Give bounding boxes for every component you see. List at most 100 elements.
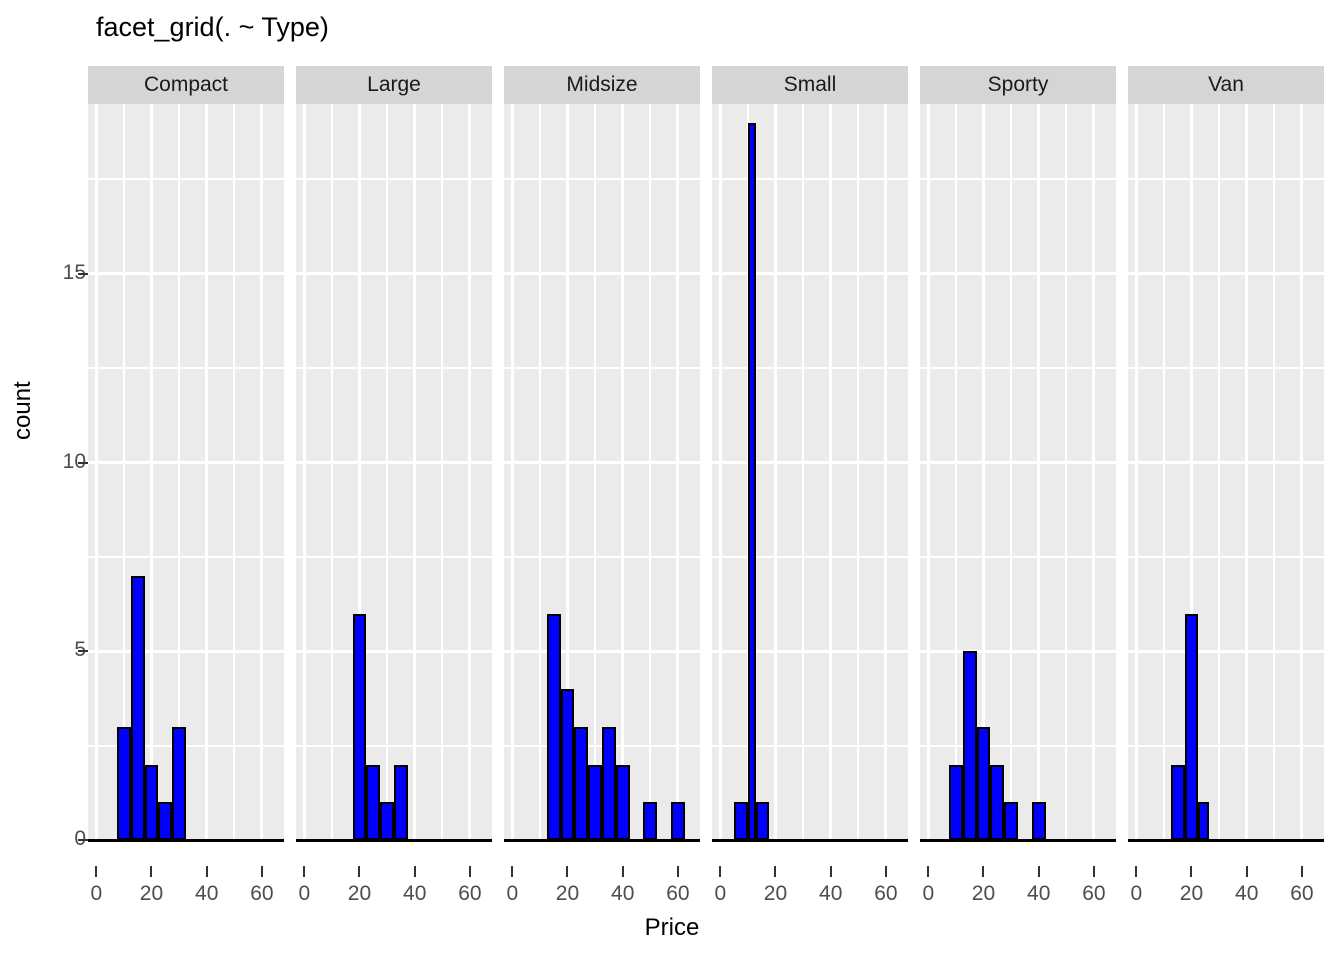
facet-panel-van: Van (1128, 66, 1324, 920)
gridline-minor-vertical (1273, 104, 1276, 840)
gridline-major-vertical (676, 104, 680, 840)
facet-strip-label: Sporty (987, 73, 1049, 96)
histogram-bar (1170, 764, 1185, 840)
x-axis-line (1128, 839, 1324, 842)
x-tick-mark (260, 866, 263, 877)
gridline-major-vertical (1092, 104, 1096, 840)
x-tick-mark (511, 866, 514, 877)
histogram-bar (172, 726, 186, 840)
histogram-bar (1184, 613, 1199, 840)
gridline-minor-horizontal (1128, 555, 1324, 558)
gridline-minor-vertical (802, 104, 805, 840)
gridline-major-horizontal (504, 649, 700, 653)
facet-panel-compact: Compact (88, 66, 284, 920)
y-axis-title: count (9, 381, 36, 440)
plot-area (296, 104, 492, 840)
facet-panel-large: Large (296, 66, 492, 920)
x-tick-label: 20 (347, 882, 372, 905)
x-tick-label: 0 (922, 882, 935, 905)
x-tick-mark (1135, 866, 1138, 877)
x-tick-label: 40 (195, 882, 219, 905)
gridline-minor-horizontal (1128, 178, 1324, 181)
gridline-minor-horizontal (296, 367, 492, 370)
histogram-bar (1031, 802, 1046, 840)
gridline-minor-horizontal (504, 178, 700, 181)
facet-panel-sporty: Sporty (920, 66, 1116, 920)
x-tick-mark (1245, 866, 1248, 877)
histogram-bar (380, 802, 394, 840)
gridline-minor-vertical (386, 104, 389, 840)
gridline-minor-horizontal (920, 744, 1116, 747)
histogram-bar (352, 613, 367, 840)
facet-strip-label: Compact (143, 73, 229, 96)
x-tick-mark (982, 866, 985, 877)
x-tick-label: 40 (611, 882, 635, 905)
gridline-minor-horizontal (712, 367, 908, 370)
histogram-bar (643, 802, 658, 840)
x-tick-label: 60 (1290, 882, 1314, 905)
x-tick-mark (1190, 866, 1193, 877)
x-tick-label: 40 (1235, 882, 1259, 905)
histogram-bar (546, 613, 561, 840)
x-tick-mark (95, 866, 98, 877)
histogram-bar (560, 689, 575, 840)
x-tick-label: 0 (90, 882, 103, 905)
x-tick-mark (829, 866, 832, 877)
histogram-bar (588, 764, 602, 840)
gridline-major-vertical (510, 104, 514, 840)
x-tick-label: 60 (250, 882, 274, 905)
x-tick-mark (927, 866, 930, 877)
gridline-major-horizontal (1128, 272, 1324, 276)
gridline-minor-horizontal (88, 555, 284, 558)
x-tick-mark (468, 866, 471, 877)
gridline-minor-horizontal (712, 555, 908, 558)
gridline-major-horizontal (1128, 649, 1324, 653)
plot-area (88, 104, 284, 840)
x-tick-label: 0 (714, 882, 727, 905)
x-tick-mark (719, 866, 722, 877)
gridline-minor-vertical (538, 104, 541, 840)
x-tick-label: 60 (458, 882, 482, 905)
gridline-minor-vertical (1162, 104, 1165, 840)
x-tick-label: 60 (666, 882, 690, 905)
gridline-major-vertical (1134, 104, 1138, 840)
chart-root: facet_grid(. ~ Type) count Price 051015 … (0, 0, 1344, 960)
facet-strip-small: Small (712, 66, 908, 104)
x-tick-label: 60 (874, 882, 898, 905)
facet-strip-label: Large (367, 73, 421, 96)
x-tick-label: 40 (819, 882, 843, 905)
facet-panel-small: Small (712, 66, 908, 920)
gridline-major-vertical (1037, 104, 1041, 840)
gridline-major-vertical (773, 104, 777, 840)
gridline-minor-horizontal (1128, 367, 1324, 370)
gridline-major-vertical (1245, 104, 1249, 840)
x-tick-label: 20 (139, 882, 164, 905)
x-tick-mark (205, 866, 208, 877)
x-tick-label: 0 (298, 882, 311, 905)
gridline-major-vertical (94, 104, 98, 840)
gridline-minor-vertical (594, 104, 597, 840)
histogram-bar (756, 802, 769, 840)
gridline-major-vertical (829, 104, 833, 840)
facet-strip-midsize: Midsize (504, 66, 700, 104)
gridline-minor-horizontal (504, 555, 700, 558)
x-axis-line (712, 839, 908, 842)
gridline-major-horizontal (296, 461, 492, 465)
histogram-bar (976, 726, 991, 840)
histogram-bar (144, 764, 159, 840)
x-tick-label: 0 (1130, 882, 1143, 905)
gridline-major-vertical (149, 104, 153, 840)
x-tick-label: 40 (403, 882, 427, 905)
histogram-bar (671, 802, 685, 840)
x-tick-mark (413, 866, 416, 877)
x-tick-mark (774, 866, 777, 877)
gridline-minor-horizontal (504, 367, 700, 370)
gridline-minor-horizontal (296, 555, 492, 558)
histogram-bar (615, 764, 630, 840)
x-tick-mark (884, 866, 887, 877)
histogram-bar (948, 764, 963, 840)
gridline-minor-vertical (857, 104, 860, 840)
gridline-major-horizontal (296, 649, 492, 653)
histogram-bar (366, 764, 381, 840)
gridline-minor-horizontal (296, 744, 492, 747)
